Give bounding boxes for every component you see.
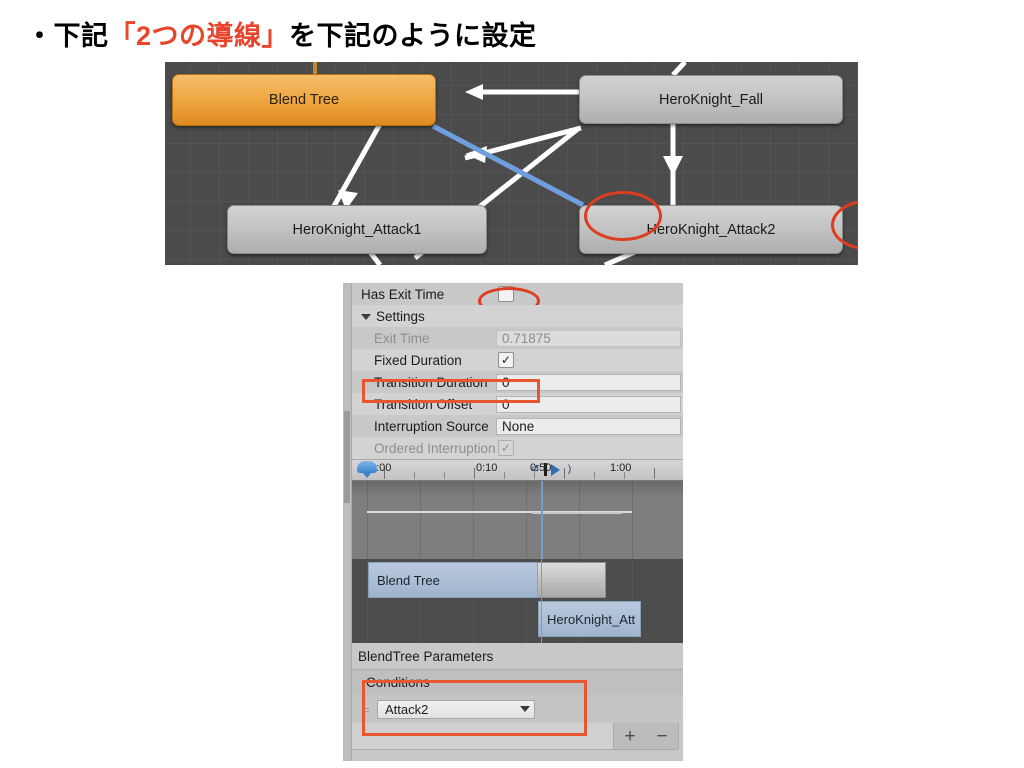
conditions-add-remove-tray[interactable]: + − <box>613 723 679 750</box>
clip-source-fade-region[interactable] <box>538 562 606 598</box>
clip-source-blend-tree[interactable]: Blend Tree <box>368 562 538 598</box>
inspector-scrollbar[interactable] <box>343 283 352 761</box>
preview-playback-controls[interactable]: ↺ ) <box>529 462 576 477</box>
state-node-label: HeroKnight_Fall <box>659 91 763 108</box>
property-row-exit-time: Exit Time 0.71875 <box>352 327 683 349</box>
property-row-has-exit-time[interactable]: Has Exit Time <box>352 283 683 315</box>
remove-condition-button[interactable]: − <box>656 727 667 746</box>
page-title: ・下記「2つの導線」を下記のように設定 <box>26 14 537 53</box>
title-suffix: を下記のように設定 <box>289 21 537 51</box>
state-node-label: HeroKnight_Attack1 <box>292 221 422 238</box>
playhead-tip <box>362 472 372 478</box>
animator-state-graph[interactable]: Blend Tree HeroKnight_Fall HeroKnight_At… <box>165 62 858 265</box>
property-row-ordered-interruption: Ordered Interruption ✓ <box>352 437 683 459</box>
state-node-heroknight-attack1[interactable]: HeroKnight_Attack1 <box>227 205 487 254</box>
title-prefix: ・下記 <box>26 21 109 51</box>
property-label: Settings <box>352 309 496 324</box>
annotation-ellipse-blend-transition <box>584 191 662 241</box>
title-highlight: 「2つの導線」 <box>108 21 290 51</box>
annotation-rect-transition-duration <box>362 379 540 403</box>
timeline-playhead-handle[interactable] <box>357 461 377 478</box>
chevron-down-icon[interactable] <box>361 313 371 320</box>
state-node-label: HeroKnight_Attack2 <box>646 221 776 238</box>
fixed-duration-checkbox[interactable]: ✓ <box>498 352 514 368</box>
transition-curve-graph[interactable] <box>352 481 683 559</box>
settings-label: Settings <box>376 308 425 324</box>
blendtree-parameters-label: BlendTree Parameters <box>352 643 683 669</box>
preview-next-icon[interactable]: ) <box>563 462 576 477</box>
preview-play-icon[interactable] <box>549 462 562 477</box>
state-node-blend-tree[interactable]: Blend Tree <box>172 74 436 126</box>
transition-blend-curve-tail <box>532 512 622 514</box>
clip-label: HeroKnight_Att <box>547 611 636 627</box>
clip-playhead-line <box>541 559 542 643</box>
property-label: Exit Time <box>374 330 430 346</box>
transition-timeline-ruler[interactable]: 0:00 0:10 0:50 1:00 ↺ ) <box>352 459 683 481</box>
property-label: Interruption Source <box>374 418 489 434</box>
ruler-label-1: 0:10 <box>476 462 498 474</box>
property-label: Fixed Duration <box>374 352 462 368</box>
preview-loop-icon[interactable]: ↺ <box>529 462 542 477</box>
clip-destination-heroknight-attack[interactable]: HeroKnight_Att <box>538 601 641 637</box>
clip-label: Blend Tree <box>377 572 440 588</box>
transition-clip-tracks[interactable]: Blend Tree HeroKnight_Att <box>352 559 683 643</box>
add-condition-button[interactable]: + <box>624 727 635 746</box>
state-node-label: Blend Tree <box>268 92 340 108</box>
property-row-fixed-duration[interactable]: Fixed Duration ✓ <box>352 349 683 371</box>
scrollbar-thumb[interactable] <box>344 411 350 503</box>
property-row-settings-foldout[interactable]: Settings <box>352 305 683 327</box>
transition-inspector-panel[interactable]: Has Exit Time Settings Exit Time 0.71875… <box>343 283 683 761</box>
ruler-label-3: 1:00 <box>610 462 632 474</box>
ordered-interruption-checkbox: ✓ <box>498 440 514 456</box>
preview-stop-icon[interactable] <box>543 462 548 477</box>
exit-time-field: 0.71875 <box>496 329 681 347</box>
playhead-line[interactable] <box>541 481 543 559</box>
state-node-heroknight-fall[interactable]: HeroKnight_Fall <box>579 75 843 124</box>
property-label: Ordered Interruption <box>374 440 496 456</box>
property-row-interruption-source[interactable]: Interruption Source None <box>352 415 683 437</box>
annotation-rect-conditions <box>362 680 587 736</box>
interruption-source-field[interactable]: None <box>496 417 681 435</box>
property-label: Has Exit Time <box>361 286 445 302</box>
